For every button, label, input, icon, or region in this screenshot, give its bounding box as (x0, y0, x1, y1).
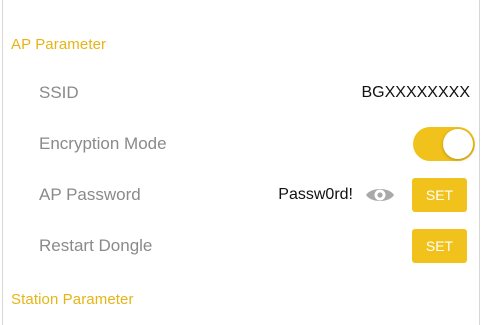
restart-dongle-set-button[interactable]: SET (412, 229, 467, 263)
section-header-station: Station Parameter (11, 291, 134, 308)
ap-password-label: AP Password (39, 185, 141, 204)
restart-dongle-label: Restart Dongle (39, 236, 153, 255)
ap-password-value: Passw0rd! (278, 186, 353, 203)
eye-icon[interactable] (365, 185, 395, 205)
toggle-knob (443, 129, 473, 159)
row-ssid: SSID BGXXXXXXXX (3, 70, 479, 116)
ap-password-set-button[interactable]: SET (412, 178, 467, 212)
settings-panel: AP Parameter SSID BGXXXXXXXX Encryption … (2, 0, 480, 325)
row-ap-password: AP Password Passw0rd! SET (3, 172, 479, 218)
section-header-ap: AP Parameter (11, 36, 107, 53)
encryption-mode-toggle[interactable] (413, 127, 475, 161)
row-restart-dongle: Restart Dongle SET (3, 223, 479, 269)
ssid-value: BGXXXXXXXX (361, 84, 471, 101)
encryption-mode-label: Encryption Mode (39, 134, 167, 153)
ssid-label: SSID (39, 83, 79, 102)
row-encryption-mode: Encryption Mode (3, 121, 479, 167)
